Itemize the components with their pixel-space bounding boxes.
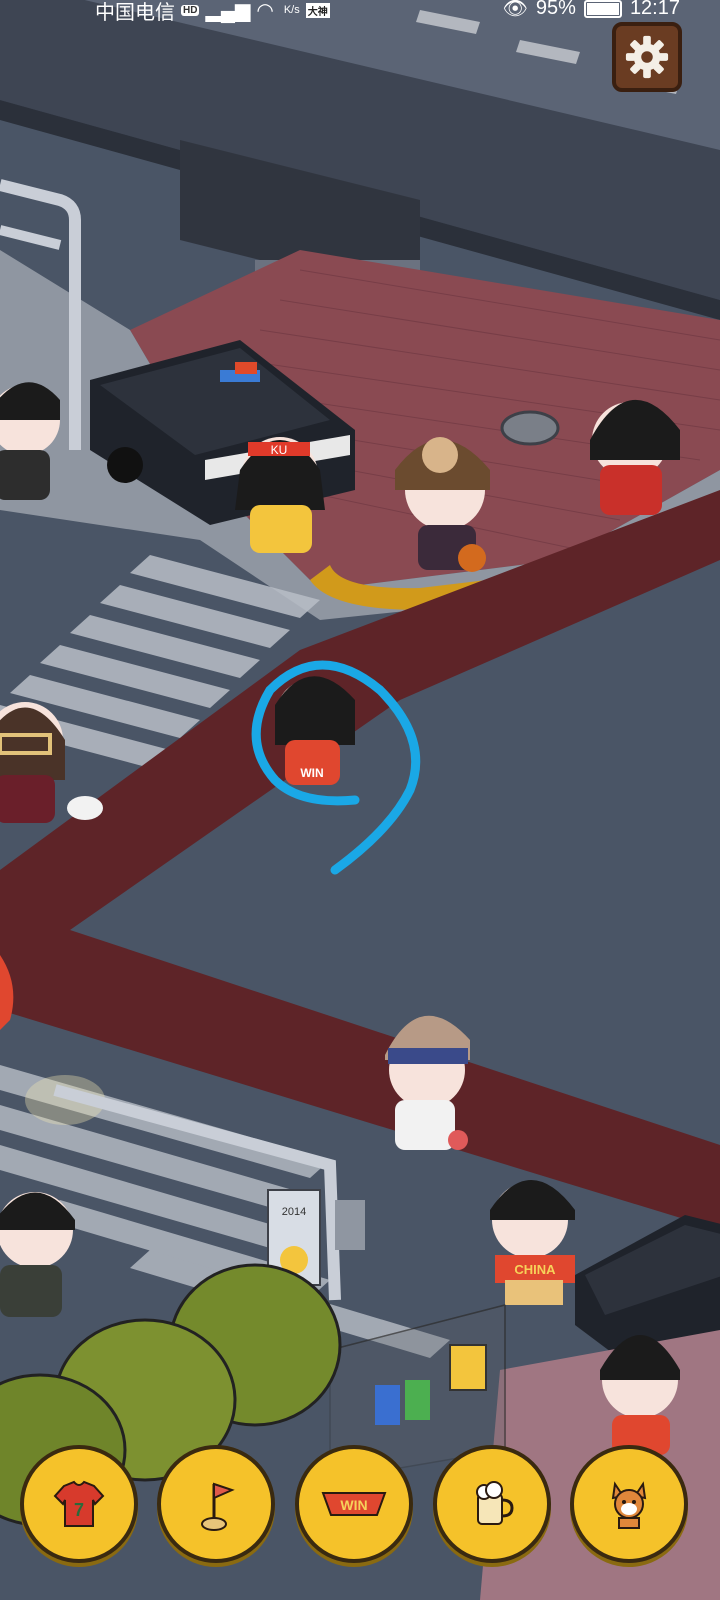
shirt-text: WIN [300, 766, 323, 780]
signal-icon: ▂▄▆ [205, 0, 251, 22]
carrier-text: 中国电信 [95, 2, 175, 24]
headband-text: KU [271, 443, 288, 457]
hd-badge: HD [181, 5, 200, 16]
settings-button[interactable] [612, 22, 682, 92]
battery-icon [583, 0, 622, 18]
toolbar-button-dog[interactable] [570, 1445, 688, 1563]
network-speed: K/s [283, 4, 300, 16]
scarf-text: CHINA [514, 1262, 556, 1277]
win-scarf-icon: WIN [321, 1492, 387, 1516]
bottom-toolbar: 7 WIN [0, 1445, 720, 1600]
toolbar-button-jersey[interactable]: 7 [20, 1445, 138, 1563]
jersey-icon: 7 [53, 1480, 105, 1527]
jersey-number: 7 [74, 1500, 84, 1520]
toolbar-button-flag[interactable] [157, 1445, 275, 1563]
eye-icon: 👁 [502, 0, 528, 20]
street-scene[interactable]: KU WIN 2014 CHINA [0, 0, 720, 1600]
dog-icon [611, 1481, 647, 1529]
wifi-icon: ◠ [256, 0, 274, 22]
game-screen: KU WIN 2014 CHINA 中国电信 HD ▂▄▆ ◠ K/s 大神 👁… [0, 0, 720, 1600]
beer-mug-icon [476, 1481, 514, 1525]
toolbar-button-beer[interactable] [433, 1445, 551, 1563]
battery-percent: 95% [535, 0, 576, 19]
gear-icon [625, 35, 669, 79]
clock: 12:17 [629, 0, 680, 19]
banner-year: 2014 [282, 1206, 306, 1218]
toolbar-button-win-scarf[interactable]: WIN [295, 1445, 413, 1563]
scarf-label: WIN [340, 1497, 367, 1513]
character-ponytail-girl [600, 1335, 680, 1455]
flag-pin-icon [201, 1482, 235, 1531]
app-badge: 大神 [305, 3, 330, 18]
status-bar: 中国电信 HD ▂▄▆ ◠ K/s 大神 👁 95% 12:17 [0, 0, 720, 30]
